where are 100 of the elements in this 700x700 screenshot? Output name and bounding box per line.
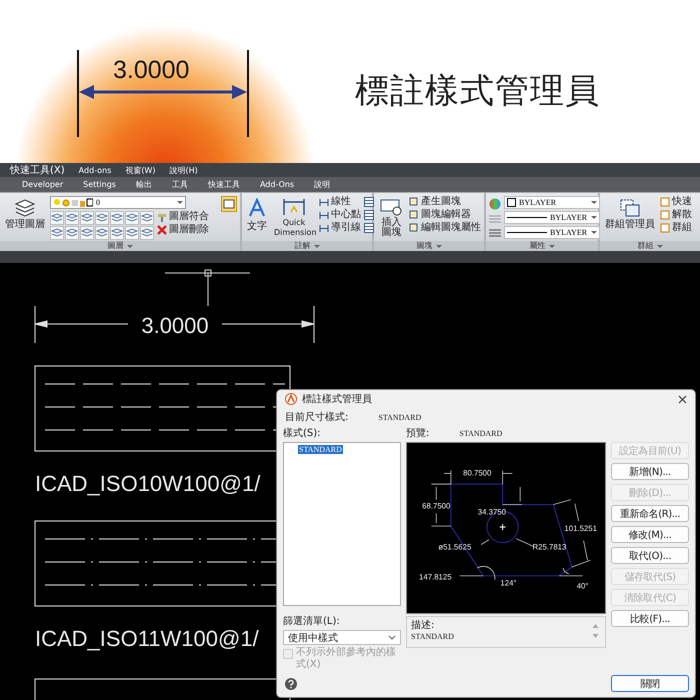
caret-icon (656, 244, 662, 248)
ribbon-tab[interactable]: 快速工具 (198, 179, 250, 190)
dimension-tool-icon (319, 224, 329, 232)
annotation-tool-button[interactable]: 線性 (319, 196, 361, 208)
preview-style-name: STANDARD (459, 428, 502, 438)
linetype-label: ICAD_ISO11W100@1/ (35, 626, 259, 651)
dimension-tool-icon (319, 198, 329, 206)
dialog-button[interactable]: 修改(M)... (611, 526, 689, 543)
layer-tool-icon[interactable] (80, 211, 94, 225)
dialog-button[interactable]: 比較(F)... (611, 610, 689, 627)
caret-icon (591, 216, 597, 219)
dimension-text: 3.0000 (141, 313, 209, 338)
color-wheel-icon[interactable] (489, 198, 501, 210)
preview-dimension-label: 124° (500, 578, 517, 588)
description-label: 描述: (411, 618, 434, 632)
menu-item[interactable]: 快速工具(X) (10, 163, 65, 177)
lineweight-icon[interactable] (489, 228, 501, 238)
preview-dimension-label: R25.7813 (532, 542, 566, 552)
dialog-button[interactable]: 重新命名(R)... (611, 505, 689, 522)
preview-dimension-label: 40° (576, 582, 588, 590)
preview-dimension-label: 34.3750 (478, 507, 506, 516)
layer-tool-icon[interactable] (95, 226, 109, 240)
help-icon[interactable] (285, 678, 297, 690)
group-manager-button[interactable]: 群組管理員 (603, 196, 657, 232)
chevron-down-icon (388, 635, 396, 640)
preview-dimension-label: 101.5251 (564, 524, 597, 533)
layer-tool-icon[interactable] (65, 226, 79, 240)
dimension-icon (283, 198, 305, 216)
panel-title[interactable]: 註解 (294, 241, 310, 251)
ribbon-tab[interactable]: Developer (12, 180, 74, 189)
menu-item[interactable]: 說明(H) (169, 164, 198, 176)
page-title: 標註樣式管理員 (355, 70, 600, 113)
panel-title[interactable]: 圖層 (108, 241, 124, 251)
description-text: STANDARD (411, 632, 454, 641)
panel-title[interactable]: 屬性 (530, 241, 546, 251)
group-tool-button[interactable]: 解散 (660, 209, 692, 221)
block-tool-button[interactable]: 編輯圖塊屬性 (409, 222, 481, 234)
annotation-tool-button[interactable]: 中心點 (319, 209, 361, 221)
dimension-tool-icon (319, 210, 329, 220)
manage-layers-button[interactable]: 管理圖層 (3, 196, 47, 232)
quick-dimension-button[interactable]: Quick Dimension (272, 196, 316, 240)
dimension-value: 3.0000 (113, 56, 190, 85)
dialog-button[interactable]: 取代(O)... (611, 547, 689, 564)
caret-icon (126, 244, 132, 248)
block-tool-button[interactable]: 圖塊編輯器 (409, 209, 481, 221)
insert-block-icon (380, 198, 404, 216)
layer-tool-icon[interactable] (110, 226, 124, 240)
table-icon[interactable] (364, 196, 374, 208)
crosshair-cursor-icon (164, 270, 250, 306)
close-button[interactable]: 關閉 (611, 675, 689, 692)
menu-item[interactable]: Add-ons (78, 166, 112, 174)
style-list-item[interactable]: STANDARD (298, 445, 343, 454)
group-tool-button[interactable]: 群組 (660, 222, 692, 234)
table-icon[interactable] (364, 222, 374, 234)
ribbon-tab[interactable]: Settings (73, 180, 126, 189)
panel-title[interactable]: 圖塊 (416, 241, 432, 251)
dialog-button[interactable]: 新增(N)... (611, 463, 689, 480)
layer-tool-icon[interactable] (80, 226, 94, 240)
layer-dropdown[interactable]: 0 (50, 196, 186, 209)
filter-label: 篩選清單(L): (283, 614, 341, 628)
ribbon-tab[interactable]: 說明 (304, 179, 340, 190)
layer-tool-icon[interactable] (95, 211, 109, 225)
layer-tool-icon[interactable] (140, 226, 154, 240)
close-icon[interactable] (678, 394, 687, 404)
property-dropdown[interactable]: BYLAYER (504, 196, 600, 209)
app-logo-icon (285, 393, 297, 405)
insert-block-button[interactable]: 插入圖塊 (377, 196, 406, 240)
annotation-tool-button[interactable]: 導引線 (319, 222, 361, 234)
layer-tool-icon[interactable] (65, 211, 79, 225)
ribbon-tab[interactable]: Add-Ons (250, 180, 304, 189)
block-tool-button[interactable]: 產生圖塊 (409, 196, 481, 208)
group-icon (619, 198, 641, 218)
match-layer-button[interactable]: 圖層符合 (157, 211, 209, 223)
caret-icon (314, 244, 320, 248)
preview-dimension-label: 68.7500 (422, 502, 450, 510)
linetype-label: ICAD_ISO10W100@1/ (35, 471, 260, 496)
layer-tool-icon[interactable] (140, 211, 154, 225)
delete-layer-button[interactable]: 圖層刪除 (157, 224, 209, 236)
property-dropdown[interactable]: BYLAYER (504, 226, 600, 239)
layer-tool-icon[interactable] (125, 226, 139, 240)
menu-item[interactable]: 視窗(W) (125, 164, 156, 176)
group-tool-button[interactable]: 快速 (660, 196, 692, 208)
layer-tool-icon[interactable] (50, 226, 64, 240)
filter-dropdown[interactable]: 使用中樣式 (283, 630, 401, 645)
layer-tool-icon[interactable] (110, 211, 124, 225)
current-style-value: STANDARD (378, 412, 422, 422)
ribbon-tab[interactable]: 輸出 (126, 179, 162, 190)
text-button[interactable]: 文字 (245, 196, 269, 234)
ribbon-tab[interactable]: 工具 (162, 179, 198, 190)
property-dropdown[interactable]: BYLAYER (504, 211, 600, 224)
table-icon[interactable] (364, 209, 374, 221)
styles-label: 樣式(S): (283, 426, 322, 440)
layer-tool-icon[interactable] (125, 211, 139, 225)
preview-dimension-label: 80.7500 (463, 468, 492, 478)
checkbox-label: 不列示外部參考內的樣式(X) (296, 647, 397, 671)
layer-properties-icon[interactable] (221, 196, 237, 212)
layer-tool-icon[interactable] (50, 211, 64, 225)
panel-title[interactable]: 群組 (638, 241, 654, 251)
dialog-title: 標註樣式管理員 (302, 392, 373, 406)
preview-label: 預覽: (406, 427, 430, 440)
